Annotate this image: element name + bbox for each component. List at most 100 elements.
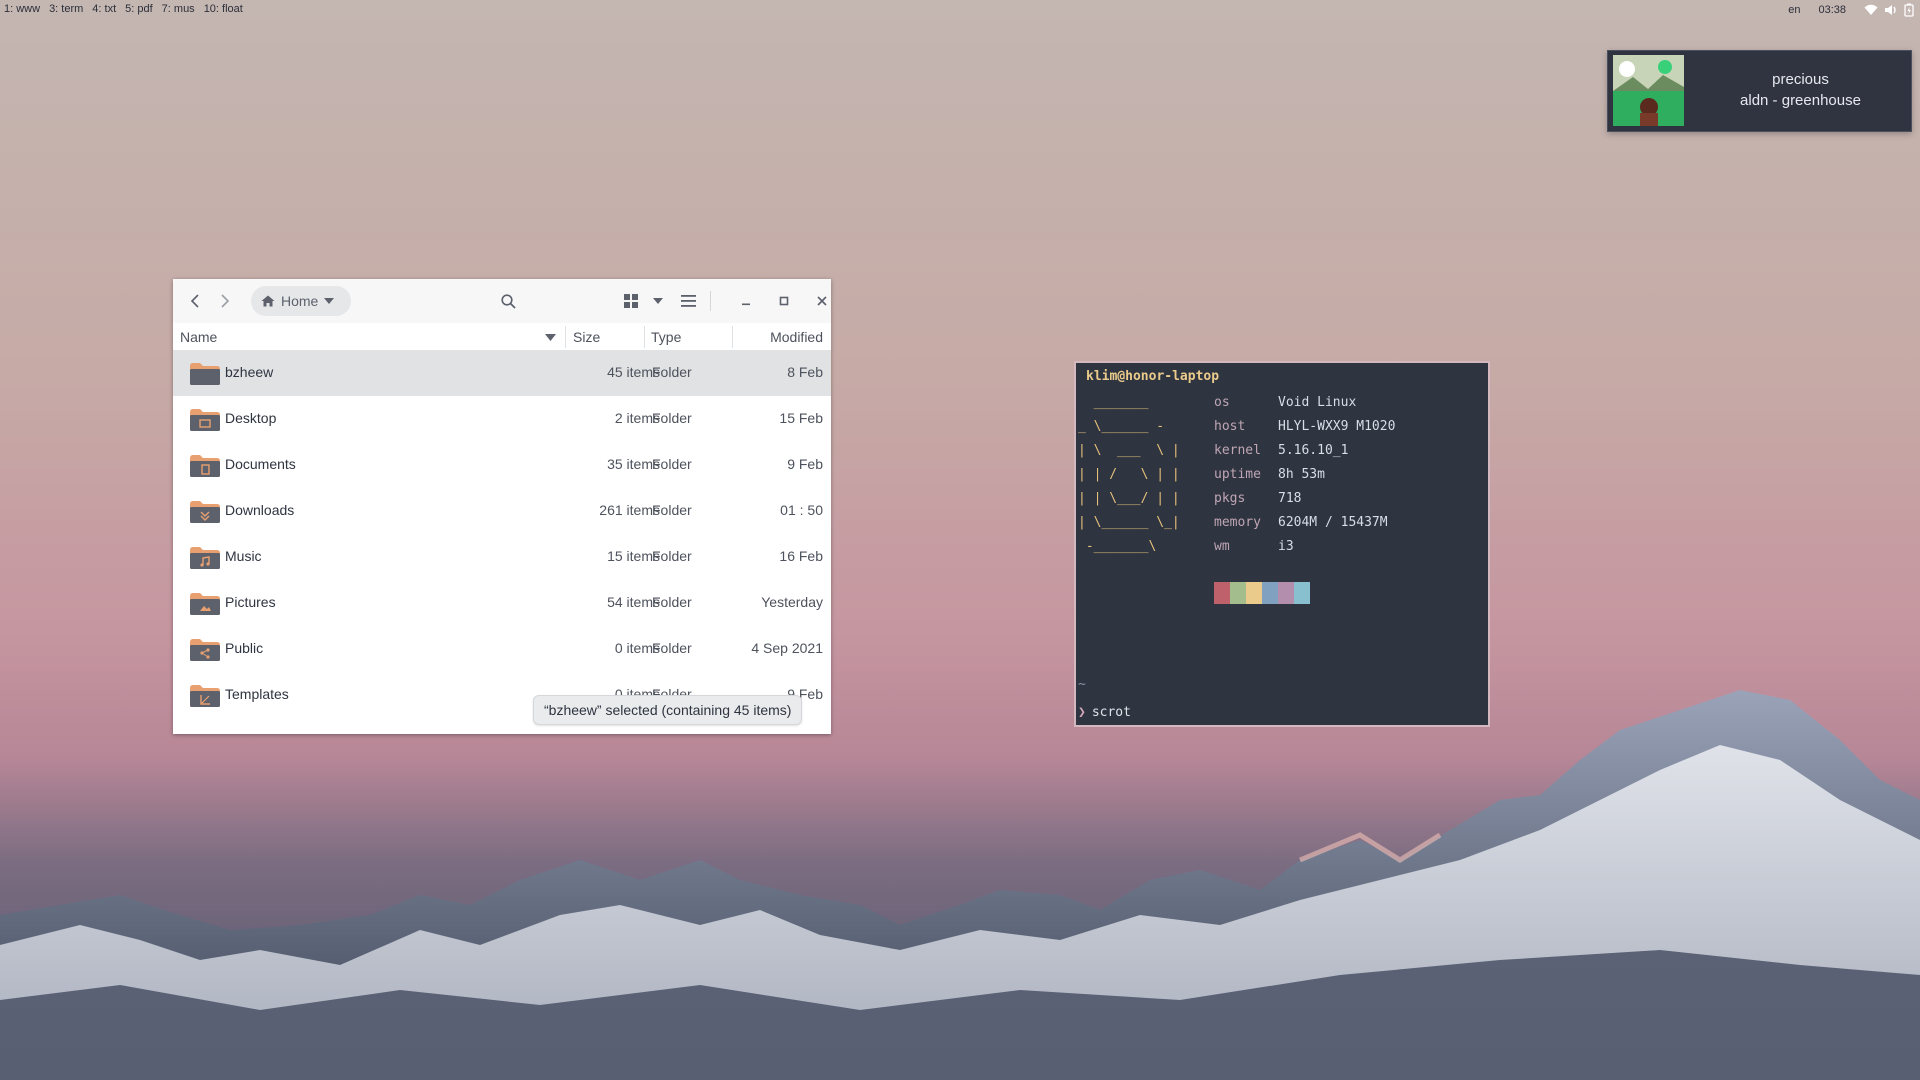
column-name[interactable]: Name [180, 329, 217, 345]
workspace-10[interactable]: 10: float [204, 3, 243, 15]
file-row-downloads[interactable]: Downloads 261 items Folder 01 : 50 [173, 488, 831, 534]
wifi-icon[interactable] [1864, 4, 1878, 16]
prompt-chevron-icon: ❯ [1078, 705, 1086, 720]
close-button[interactable] [809, 288, 831, 314]
maximize-button[interactable] [771, 288, 797, 314]
grid-view-button[interactable] [618, 288, 644, 314]
menu-button[interactable] [675, 288, 701, 314]
terminal-user-host: klim@honor-laptop [1086, 369, 1220, 384]
grid-icon [624, 294, 638, 308]
close-icon [817, 296, 827, 306]
header-bar: Home [173, 279, 831, 323]
file-modified: 16 Feb [779, 548, 823, 564]
file-size: 35 items [607, 456, 660, 472]
column-type[interactable]: Type [651, 329, 681, 345]
minimize-button[interactable] [733, 288, 759, 314]
color-swatch [1294, 582, 1310, 604]
album-art [1613, 55, 1684, 126]
info-value: 8h 53m [1278, 467, 1325, 482]
folder-music-icon [190, 547, 220, 569]
workspace-5[interactable]: 5: pdf [125, 3, 153, 15]
info-key: kernel [1214, 443, 1261, 458]
file-row-music[interactable]: Music 15 items Folder 16 Feb [173, 534, 831, 580]
folder-icon [190, 363, 220, 385]
view-options-button[interactable] [645, 288, 671, 314]
file-name: Documents [225, 456, 296, 472]
folder-templates-icon [190, 685, 220, 707]
workspace-1[interactable]: 1: www [4, 3, 40, 15]
terminal-command: scrot [1091, 705, 1131, 720]
file-modified: Yesterday [761, 594, 823, 610]
workspace-3[interactable]: 3: term [49, 3, 83, 15]
info-value: 5.16.10_1 [1278, 443, 1349, 458]
path-label: Home [281, 293, 319, 309]
triangle-down-icon [324, 298, 335, 304]
notification-title: precious [1772, 71, 1829, 88]
info-key: host [1214, 419, 1246, 434]
file-name: Downloads [225, 502, 295, 518]
workspace-7[interactable]: 7: mus [162, 3, 195, 15]
file-name: Desktop [225, 410, 277, 426]
file-row-documents[interactable]: Documents 35 items Folder 9 Feb [173, 442, 831, 488]
folder-public-icon [190, 639, 220, 661]
file-name: Public [225, 640, 264, 656]
file-manager-window: Home Name Size Type Modified bzheew 45 i… [173, 279, 831, 734]
forward-button[interactable] [211, 288, 237, 314]
color-swatch [1230, 582, 1246, 604]
info-row-wm: wm i3 [1214, 535, 1464, 559]
column-modified[interactable]: Modified [770, 329, 823, 345]
file-modified: 8 Feb [787, 364, 823, 380]
folder-documents-icon [190, 455, 220, 477]
color-swatch [1214, 582, 1230, 604]
file-row-bzheew[interactable]: bzheew 45 items Folder 8 Feb [173, 350, 831, 396]
column-size[interactable]: Size [573, 329, 600, 345]
back-button[interactable] [183, 288, 209, 314]
folder-downloads-icon [190, 501, 220, 523]
keyboard-layout[interactable]: en [1788, 4, 1800, 16]
distro-logo: _______ _ \______ - | \ ___ \ | | | / \ … [1078, 395, 1180, 554]
notification-body: aldn - greenhouse [1740, 92, 1861, 109]
terminal-window[interactable]: klim@honor-laptop _______ _ \______ - | … [1074, 361, 1490, 727]
info-row-uptime: uptime 8h 53m [1214, 463, 1464, 487]
terminal-prompt[interactable]: ❯ scrot [1078, 705, 1131, 720]
info-key: wm [1214, 539, 1230, 554]
file-row-public[interactable]: Public 0 items Folder 4 Sep 2021 [173, 626, 831, 672]
file-size: 261 items [599, 502, 660, 518]
triangle-down-icon [653, 298, 663, 304]
info-value: i3 [1278, 539, 1294, 554]
chevron-right-icon [221, 294, 230, 308]
file-modified: 01 : 50 [780, 502, 823, 518]
color-swatch [1278, 582, 1294, 604]
notification[interactable]: precious aldn - greenhouse [1607, 50, 1912, 132]
workspace-4[interactable]: 4: txt [92, 3, 116, 15]
sort-descending-icon[interactable] [545, 334, 556, 341]
file-row-desktop[interactable]: Desktop 2 items Folder 15 Feb [173, 396, 831, 442]
info-row-kernel: kernel 5.16.10_1 [1214, 439, 1464, 463]
search-button[interactable] [495, 288, 521, 314]
info-value: 718 [1278, 491, 1302, 506]
file-name: Pictures [225, 594, 276, 610]
file-size: 54 items [607, 594, 660, 610]
file-name: Music [225, 548, 262, 564]
info-row-memory: memory 6204M / 15437M [1214, 511, 1464, 535]
volume-icon[interactable] [1884, 4, 1898, 16]
info-key: pkgs [1214, 491, 1246, 506]
battery-icon[interactable] [1904, 3, 1914, 17]
info-key: os [1214, 395, 1230, 410]
search-icon [500, 293, 516, 309]
color-palette [1214, 582, 1310, 604]
info-value: Void Linux [1278, 395, 1357, 410]
file-modified: 4 Sep 2021 [751, 640, 823, 656]
file-modified: 15 Feb [779, 410, 823, 426]
file-row-pictures[interactable]: Pictures 54 items Folder Yesterday [173, 580, 831, 626]
info-row-pkgs: pkgs 718 [1214, 487, 1464, 511]
header-separator [710, 291, 711, 311]
hamburger-icon [680, 295, 696, 307]
file-size: 2 items [614, 410, 660, 426]
column-divider [565, 326, 566, 348]
system-info: os Void Linux host HLYL-WXX9 M1020 kerne… [1214, 391, 1464, 559]
folder-pictures-icon [190, 593, 220, 615]
path-bar-home[interactable]: Home [251, 286, 351, 316]
info-key: uptime [1214, 467, 1261, 482]
file-size: 0 items [614, 640, 660, 656]
